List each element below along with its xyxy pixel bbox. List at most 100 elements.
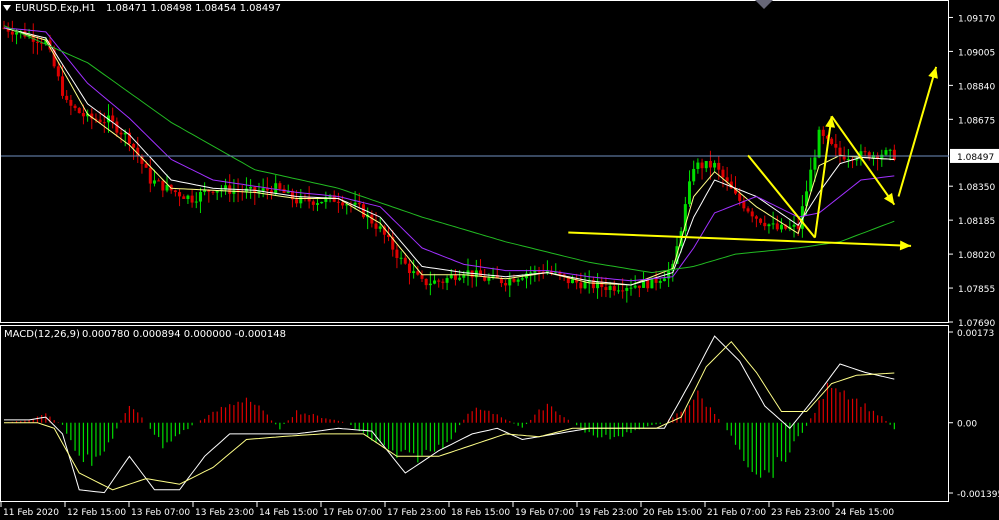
candle-body (56, 66, 60, 77)
candle-body (157, 180, 161, 182)
candle-body (846, 159, 850, 161)
candle-body (261, 188, 265, 191)
ohlc-values: 1.08471 1.08498 1.08454 1.08497 (106, 3, 281, 14)
candle-body (625, 287, 629, 291)
candle-body (516, 279, 520, 282)
candle-body (69, 99, 73, 106)
time-tick-label: 13 Feb 07:00 (131, 508, 190, 518)
candle-body (504, 283, 508, 286)
candle-body (629, 287, 633, 289)
candle-body (416, 271, 420, 275)
candle-body (111, 115, 115, 122)
time-tick-label: 11 Feb 2020 (3, 508, 59, 518)
symbol-title: EURUSD.Exp,H1 (15, 3, 96, 14)
candle-body (529, 272, 533, 274)
candle-body (378, 226, 382, 229)
candle-body (10, 31, 14, 35)
candle-body (65, 95, 69, 100)
candle-body (775, 223, 779, 230)
candle-body (708, 160, 712, 168)
candle-body (132, 143, 136, 148)
candle-body (884, 150, 888, 155)
candle-body (73, 105, 77, 109)
candle-body (458, 277, 462, 280)
macd-scale[interactable]: 0.00173 0.00 -0.001395 (949, 329, 999, 500)
time-tick-label: 17 Feb 07:00 (323, 508, 382, 518)
candle-body (441, 281, 445, 283)
candle-body (646, 279, 650, 289)
candle-body (830, 138, 834, 145)
candle-body (198, 191, 202, 202)
candle-body (621, 290, 625, 292)
candle-body (115, 121, 119, 133)
candle-body (662, 278, 666, 282)
candle-body (374, 223, 378, 229)
time-axis[interactable]: 11 Feb 2020 12 Feb 15:00 13 Feb 07:00 13 Fe… (0, 502, 894, 518)
candle-body (754, 216, 758, 219)
candle-body (767, 224, 771, 227)
chart-canvas[interactable]: 1.09170 1.09005 1.08840 1.08675 1.08350 1.081… (0, 0, 999, 520)
candle-body (759, 218, 763, 223)
candle-body (178, 192, 182, 197)
candle-body (98, 119, 102, 123)
candle-body (771, 223, 775, 225)
time-tick-label: 13 Feb 23:00 (195, 508, 254, 518)
candle-body (424, 278, 428, 286)
candle-body (453, 275, 457, 280)
price-tick-label: 1.08675 (958, 116, 995, 126)
candle-body (412, 271, 416, 274)
candle-body (437, 280, 441, 282)
candle-body (604, 287, 608, 291)
candle-body (77, 108, 81, 114)
candle-body (838, 147, 842, 156)
candle-body (307, 197, 311, 202)
price-tick-label: 1.09005 (958, 48, 995, 58)
macd-pane[interactable] (0, 325, 949, 502)
candle-body (403, 257, 407, 264)
candle-body (746, 208, 750, 212)
candle-body (407, 263, 411, 274)
price-tick-label: 1.08840 (958, 82, 995, 92)
candle-body (15, 32, 19, 35)
time-tick-label: 14 Feb 15:00 (259, 508, 318, 518)
candle-body (61, 76, 65, 96)
candle-body (316, 203, 319, 205)
candle-body (616, 290, 620, 292)
time-tick-label: 20 Feb 15:00 (643, 508, 702, 518)
candle-body (821, 129, 825, 136)
candle-body (152, 180, 156, 184)
candle-body (700, 162, 704, 169)
macd-tick-label: 0.00 (957, 420, 977, 430)
price-tick-label: 1.07855 (958, 285, 995, 295)
time-tick-label: 12 Feb 15:00 (67, 508, 126, 518)
price-tick-label: 1.07690 (958, 319, 995, 329)
macd-tick-label: 0.00173 (957, 329, 994, 339)
candle-body (717, 162, 721, 170)
time-tick-label: 19 Feb 23:00 (579, 508, 638, 518)
candle-body (704, 160, 708, 169)
time-tick-label: 18 Feb 15:00 (451, 508, 510, 518)
candle-body (779, 224, 783, 230)
candle-body (579, 282, 583, 289)
candle-body (357, 202, 361, 205)
candle-body (792, 224, 796, 227)
candle-body (750, 211, 754, 217)
candle-body (211, 191, 215, 193)
time-tick-label: 19 Feb 07:00 (515, 508, 574, 518)
trading-terminal-chart: 1.09170 1.09005 1.08840 1.08675 1.08350 1.081… (0, 0, 999, 520)
candle-body (353, 202, 357, 205)
time-tick-label: 23 Feb 23:00 (771, 508, 830, 518)
candle-body (520, 278, 524, 280)
time-tick-label: 21 Feb 07:00 (707, 508, 766, 518)
candle-body (612, 286, 616, 291)
price-tick-label: 1.08185 (958, 217, 995, 227)
price-scale[interactable]: 1.09170 1.09005 1.08840 1.08675 1.08350 1.081… (949, 14, 999, 329)
current-price-tag-label: 1.08497 (957, 153, 994, 163)
candle-body (278, 183, 282, 189)
candle-body (190, 195, 194, 203)
candle-body (692, 168, 696, 182)
candle-body (311, 201, 315, 205)
candle-body (395, 249, 399, 258)
candle-body (173, 190, 177, 193)
candle-body (144, 163, 148, 168)
